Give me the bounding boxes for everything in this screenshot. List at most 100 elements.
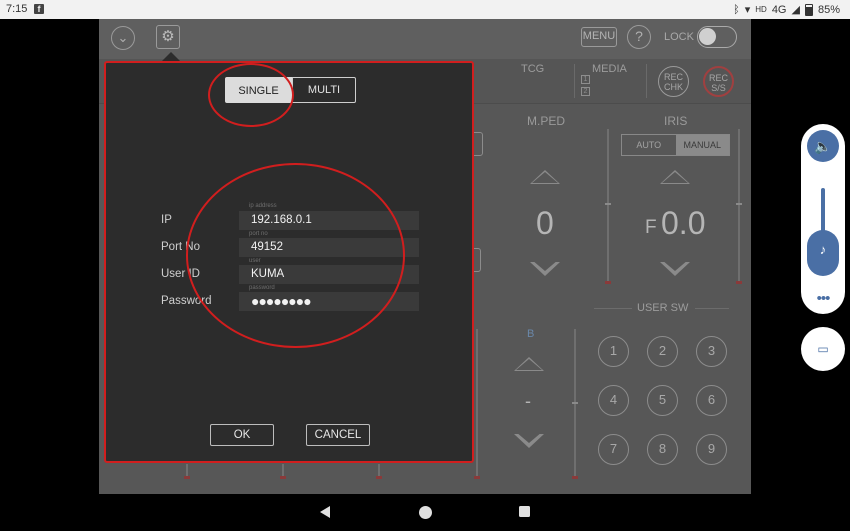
network-type: 4G (771, 3, 787, 16)
mped-up-button[interactable] (530, 170, 560, 184)
password-label: Password (161, 295, 212, 307)
volume-icon[interactable]: 🔈 (807, 130, 839, 162)
more-options-icon[interactable]: ••• (801, 290, 845, 307)
cancel-button[interactable]: CANCEL (306, 424, 370, 446)
user-sw-button-4[interactable]: 4 (598, 385, 629, 416)
iris-f-label: F (645, 217, 657, 238)
rec-start-stop-button[interactable]: REC S/S (703, 66, 734, 97)
bluetooth-icon: ᛒ (733, 3, 740, 16)
slider-thumb[interactable] (572, 402, 578, 404)
mped-value: 0 (536, 205, 554, 241)
divider (594, 308, 632, 309)
iris-left-slider[interactable] (607, 129, 609, 284)
iris-up-button[interactable] (660, 170, 690, 184)
single-mode-tab[interactable]: SINGLE (225, 77, 292, 103)
lock-toggle[interactable] (697, 26, 737, 48)
user-sw-button-5[interactable]: 5 (647, 385, 678, 416)
live-caption-icon[interactable]: ▭ (801, 327, 845, 371)
user-sw-title: USER SW (637, 302, 689, 314)
music-note-icon[interactable]: ♪ (807, 230, 839, 276)
user-sw-button-2[interactable]: 2 (647, 336, 678, 367)
chevron-down-icon: ⌄ (117, 30, 129, 45)
user-sw-button-1[interactable]: 1 (598, 336, 629, 367)
facebook-icon: f (34, 4, 44, 14)
slider-end-marker (736, 281, 742, 284)
battery-icon (804, 3, 813, 16)
iris-title: IRIS (664, 114, 688, 128)
screen: 7:15 f ᛒ ▾ HD 4G ◢ 85% ⌄ ⚙ MENU ? LOCK T… (0, 0, 850, 531)
slider-stub (378, 464, 380, 476)
media-label: MEDIA (592, 63, 627, 75)
media-slot-2: 2 (581, 87, 590, 96)
b-channel-label: B (527, 328, 535, 340)
user-sw-button-6[interactable]: 6 (696, 385, 727, 416)
volume-panel: 🔈 ♪ ••• (801, 124, 845, 314)
collapse-button[interactable]: ⌄ (111, 26, 135, 50)
media-slot-1: 1 (581, 75, 590, 84)
signal-icon: ◢ (791, 4, 800, 16)
slider-end-marker (280, 476, 286, 479)
slider-end-marker (184, 476, 190, 479)
battery-percent: 85% (817, 3, 840, 16)
user-sw-button-9[interactable]: 9 (696, 434, 727, 465)
connection-dialog: SINGLE MULTI ip address IP 192.168.0.1 p… (104, 61, 474, 463)
wifi-icon: ▾ (744, 4, 751, 16)
iris-mode-toggle[interactable]: AUTO MANUAL (621, 134, 730, 156)
mped-title: M.PED (527, 114, 566, 128)
b-up-button[interactable] (514, 357, 544, 371)
multi-mode-tab[interactable]: MULTI (292, 77, 356, 103)
settings-button[interactable]: ⚙ (156, 25, 180, 49)
b-left-slider[interactable] (476, 329, 478, 479)
port-hint: port no (249, 231, 268, 237)
navigation-bar (0, 494, 850, 531)
home-icon[interactable] (419, 506, 432, 519)
dialog-pointer (162, 52, 180, 61)
port-label: Port No (161, 241, 200, 253)
divider (574, 64, 575, 98)
b-down-button[interactable] (514, 432, 544, 448)
gear-icon: ⚙ (161, 28, 175, 45)
recent-apps-icon[interactable] (519, 506, 530, 517)
help-button[interactable]: ? (627, 25, 651, 49)
user-sw-button-7[interactable]: 7 (598, 434, 629, 465)
slider-end-marker (605, 281, 611, 284)
lock-label: LOCK (664, 31, 694, 43)
ip-input[interactable]: 192.168.0.1 (239, 211, 419, 230)
slider-stub (282, 464, 284, 476)
port-input[interactable]: 49152 (239, 238, 419, 257)
iris-value: 0.0 (661, 205, 706, 241)
iris-mode-manual[interactable]: MANUAL (675, 135, 729, 155)
iris-down-button[interactable] (660, 260, 690, 276)
app-toolbar: ⌄ ⚙ MENU ? LOCK (99, 19, 751, 59)
password-hint: password (249, 285, 275, 291)
ip-hint: ip address (249, 203, 277, 209)
slider-end-marker (474, 476, 480, 479)
rec-check-button[interactable]: REC CHK (658, 66, 689, 97)
status-icons: ᛒ ▾ HD 4G ◢ 85% (733, 3, 840, 16)
slider-stub (186, 464, 188, 476)
ip-label: IP (161, 214, 172, 226)
back-icon[interactable] (320, 506, 330, 518)
slider-thumb[interactable] (605, 203, 611, 205)
user-hint: user (249, 258, 261, 264)
ok-button[interactable]: OK (210, 424, 274, 446)
status-time: 7:15 (6, 3, 28, 15)
status-bar: 7:15 f ᛒ ▾ HD 4G ◢ 85% (0, 0, 850, 19)
password-input[interactable]: ●●●●●●●● (239, 292, 419, 311)
user-sw-button-8[interactable]: 8 (647, 434, 678, 465)
tcg-label: TCG (521, 63, 545, 75)
user-id-label: User ID (161, 268, 200, 280)
mped-down-button[interactable] (530, 260, 560, 276)
user-id-input[interactable]: KUMA (239, 265, 419, 284)
b-value: - (525, 391, 531, 411)
hd-badge: HD (755, 5, 767, 14)
slider-end-marker (376, 476, 382, 479)
b-right-slider[interactable] (574, 329, 576, 479)
divider (646, 64, 647, 98)
user-sw-button-3[interactable]: 3 (696, 336, 727, 367)
iris-mode-auto[interactable]: AUTO (622, 135, 676, 155)
slider-thumb[interactable] (736, 203, 742, 205)
iris-right-slider[interactable] (738, 129, 740, 284)
slider-end-marker (572, 476, 578, 479)
menu-button[interactable]: MENU (581, 27, 617, 47)
